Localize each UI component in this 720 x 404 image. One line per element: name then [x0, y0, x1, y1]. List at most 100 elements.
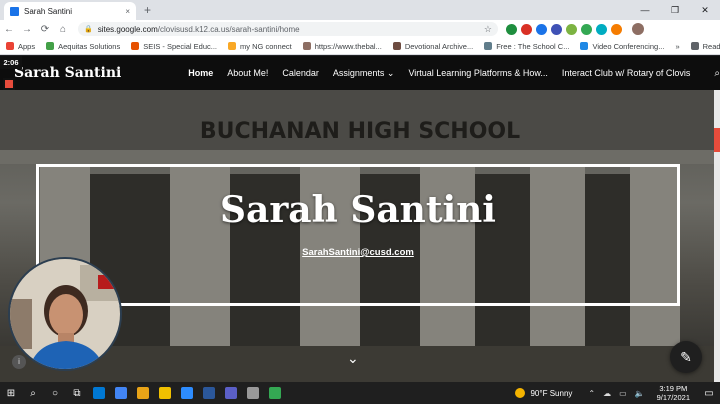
site-nav-item[interactable]: Assignments ⌄ [333, 68, 395, 79]
forward-button[interactable]: → [18, 24, 36, 35]
notification-icon[interactable]: ▭ [698, 382, 720, 404]
taskbar-app-icon[interactable] [110, 382, 132, 404]
sun-icon [515, 388, 526, 398]
taskbar-app-icon[interactable] [198, 382, 220, 404]
url-path: /clovisusd.k12.ca.us/sarah-santini/home [157, 24, 300, 34]
taskbar-app-icon[interactable] [88, 382, 110, 404]
bookmark-item[interactable]: Free : The School C... [484, 42, 569, 51]
webcam-bubble[interactable] [8, 257, 122, 371]
app-glyph-icon [225, 387, 237, 399]
bookmark-favicon-icon [6, 42, 14, 50]
extension-icon[interactable] [581, 23, 592, 35]
cortana-icon[interactable]: ○ [44, 382, 66, 404]
system-tray: ⌃ ☁ ▭ 🔈 [584, 389, 648, 398]
reload-button[interactable]: ⟳ [36, 24, 54, 35]
url-text: sites.google.com/clovisusd.k12.ca.us/sar… [98, 25, 300, 34]
site-nav-item[interactable]: About Me! [227, 68, 268, 78]
clock-date: 9/17/2021 [656, 393, 690, 402]
profile-avatar[interactable] [632, 23, 644, 35]
taskbar-app-icon[interactable] [176, 382, 198, 404]
extension-icon[interactable] [596, 23, 607, 35]
bookmark-star-icon[interactable]: ☆ [484, 24, 492, 35]
bookmark-item[interactable]: Apps [6, 42, 35, 51]
extension-icon[interactable] [611, 23, 622, 35]
reading-list-label: Reading list [702, 41, 720, 51]
bookmark-item[interactable]: Aequitas Solutions [46, 42, 120, 51]
info-icon[interactable]: i [12, 355, 26, 369]
back-button[interactable]: ← [0, 24, 18, 35]
recording-timer: 2:06 [0, 56, 22, 69]
app-glyph-icon [203, 387, 215, 399]
clock-time: 3:19 PM [659, 384, 688, 393]
lock-icon[interactable]: 🔒 [84, 25, 93, 33]
extension-icon[interactable] [521, 23, 532, 35]
site-nav-item[interactable]: Interact Club w/ Rotary of Clovis [562, 68, 691, 78]
restore-button[interactable]: ❐ [660, 0, 690, 20]
site-nav-item[interactable]: Virtual Learning Platforms & How... [408, 68, 547, 78]
extension-icon[interactable] [566, 23, 577, 35]
site-nav-item[interactable]: Home [188, 68, 213, 78]
app-glyph-icon [115, 387, 127, 399]
reading-list-button[interactable]: Reading list [690, 41, 720, 51]
bookmark-item[interactable]: SEIS - Special Educ... [131, 42, 217, 51]
hero-title: Sarah Santini [220, 189, 496, 231]
bookmark-label: Devotional Archive... [404, 41, 474, 51]
taskbar-app-icon[interactable] [220, 382, 242, 404]
browser-tab[interactable]: Sarah Santini × [4, 2, 136, 20]
task-view-icon[interactable]: ⧉ [66, 382, 88, 404]
extension-icon[interactable] [506, 23, 517, 35]
bookmarks-more-button[interactable]: » [675, 42, 679, 51]
bookmark-label: Free : The School C... [496, 41, 570, 51]
building-sign-text: BUCHANAN HIGH SCHOOL [200, 119, 520, 144]
close-window-button[interactable]: ✕ [690, 0, 720, 20]
browser-tab-strip: Sarah Santini × + — ❐ ✕ [0, 0, 720, 20]
windows-start-icon[interactable]: ⊞ [0, 382, 22, 404]
taskbar-search-icon[interactable]: ⌕ [22, 382, 44, 404]
browser-toolbar: ← → ⟳ ⌂ 🔒 sites.google.com/clovisusd.k12… [0, 20, 720, 38]
app-glyph-icon [93, 387, 105, 399]
home-button[interactable]: ⌂ [54, 24, 72, 35]
weather-temp: 90°F [530, 388, 548, 398]
app-glyph-icon [159, 387, 171, 399]
bookmark-favicon-icon [228, 42, 237, 50]
bookmark-favicon-icon [46, 42, 55, 50]
stop-recording-button[interactable] [3, 78, 15, 90]
taskbar-app-icon[interactable] [264, 382, 286, 404]
edit-pencil-icon[interactable]: ✎ [670, 341, 702, 373]
address-bar[interactable]: 🔒 sites.google.com/clovisusd.k12.ca.us/s… [78, 22, 498, 36]
bookmark-favicon-icon [392, 42, 401, 50]
bookmark-item[interactable]: Video Conferencing... [580, 42, 664, 51]
minimize-button[interactable]: — [630, 0, 660, 20]
bookmark-item[interactable]: Devotional Archive... [392, 41, 474, 51]
taskbar-app-icon[interactable] [154, 382, 176, 404]
extension-icon[interactable] [551, 23, 562, 35]
onedrive-icon[interactable]: ☁ [603, 389, 611, 398]
bookmark-label: Video Conferencing... [592, 41, 665, 51]
site-title[interactable]: Sarah Santini [14, 65, 121, 81]
bookmark-item[interactable]: my NG connect [228, 42, 292, 51]
new-tab-button[interactable]: + [144, 3, 151, 17]
bookmarks-bar: Apps Aequitas Solutions SEIS - Special Edu… [0, 38, 720, 55]
hero-email-link[interactable]: SarahSantini@cusd.com [39, 247, 677, 258]
scrollbar-thumb[interactable] [714, 128, 720, 152]
taskbar-clock[interactable]: 3:19 PM 9/17/2021 [657, 384, 690, 402]
taskbar-apps [88, 382, 286, 404]
tray-expand-icon[interactable]: ⌃ [588, 389, 595, 398]
bookmark-item[interactable]: https://www.thebal... [302, 42, 382, 51]
extension-icon[interactable] [536, 23, 547, 35]
taskbar-app-icon[interactable] [242, 382, 264, 404]
app-glyph-icon [247, 387, 259, 399]
webcam-person-image [10, 259, 120, 369]
scroll-down-chevron-icon[interactable]: ⌄ [347, 350, 359, 367]
search-icon[interactable]: ⌕ [714, 68, 720, 79]
network-icon[interactable]: ▭ [619, 389, 627, 398]
tab-title: Sarah Santini [24, 6, 73, 16]
site-nav-item[interactable]: Calendar [282, 68, 319, 78]
taskbar-app-icon[interactable] [132, 382, 154, 404]
weather-widget[interactable]: 90°F Sunny [515, 388, 572, 398]
bookmark-favicon-icon [580, 42, 589, 50]
bookmark-label: my NG connect [240, 41, 292, 51]
volume-icon[interactable]: 🔈 [635, 389, 645, 398]
site-header: Sarah Santini Home About Me! Calendar Assig… [0, 56, 720, 90]
tab-close-icon[interactable]: × [125, 7, 130, 16]
